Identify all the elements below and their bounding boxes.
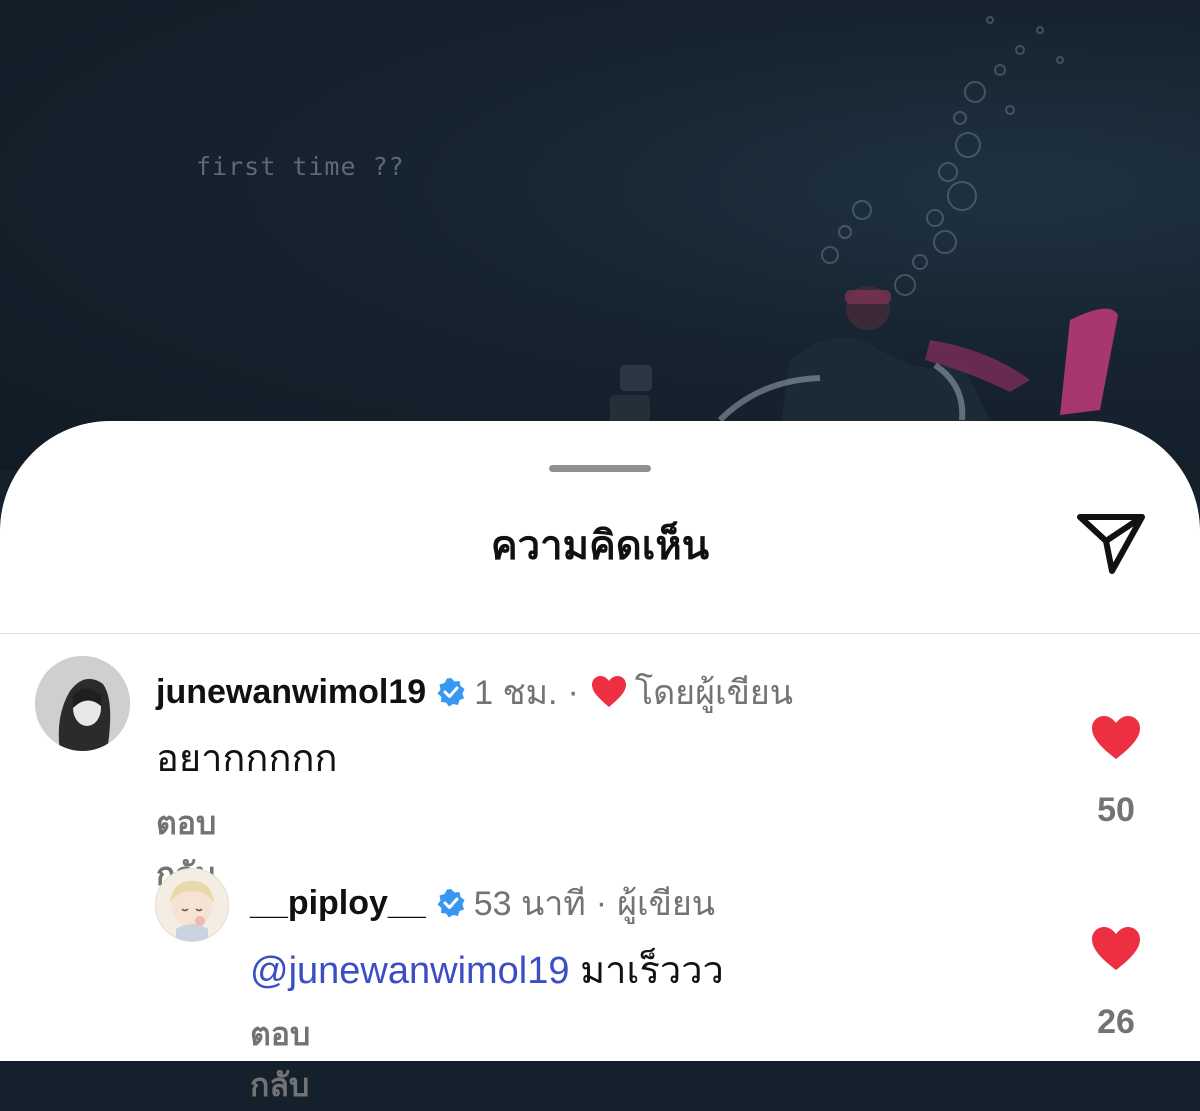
sheet-title: ความคิดเห็น (490, 524, 710, 568)
reply-username[interactable]: __piploy__ (250, 884, 426, 923)
separator-dot: · (567, 672, 579, 711)
separator-dot: · (595, 883, 608, 922)
comment-time: 1 ชม. (474, 674, 558, 712)
comment-text: อยากกกกก (156, 738, 338, 780)
header-divider (0, 633, 1200, 634)
verified-badge-icon (437, 678, 465, 707)
reply-text: @junewanwimol19 มาเร็ววว (250, 939, 724, 1000)
comment-username[interactable]: junewanwimol19 (156, 673, 426, 712)
reply-meta: __piploy__ 53 นาที · ผู้เขียน (250, 876, 715, 930)
share-icon[interactable] (1074, 507, 1148, 577)
verified-badge-icon (437, 889, 465, 918)
post-background-image: first time ?? (0, 0, 1200, 470)
like-count: 26 (1097, 1003, 1135, 1041)
avatar[interactable] (35, 656, 130, 751)
avatar[interactable] (155, 868, 229, 942)
liked-by-author-label: โดยผู้เขียน (634, 674, 794, 712)
profile-photo (35, 656, 130, 751)
author-liked-heart-icon (591, 676, 626, 707)
reply-time: 53 นาที (473, 885, 586, 923)
like-heart-icon[interactable] (1091, 715, 1141, 761)
author-label: ผู้เขียน (617, 885, 716, 923)
underwater-diver-image (610, 16, 1118, 430)
sheet-drag-handle[interactable] (549, 465, 651, 472)
profile-illustration (156, 869, 228, 941)
like-heart-icon[interactable] (1091, 926, 1141, 972)
reply-message: มาเร็ววว (580, 950, 724, 992)
comment-meta: junewanwimol19 1 ชม. · โดยผู้เขียน (156, 665, 793, 719)
reply-button[interactable]: ตอบกลับ (250, 1009, 310, 1111)
comments-sheet: ความคิดเห็น junewanwimol19 1 ชม. · โดยผู… (0, 421, 1200, 1103)
post-caption: first time ?? (196, 152, 405, 181)
mention-link[interactable]: @junewanwimol19 (250, 950, 570, 992)
like-count: 50 (1097, 791, 1135, 829)
